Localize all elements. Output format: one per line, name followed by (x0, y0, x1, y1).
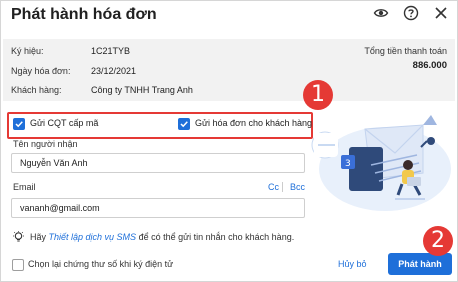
recipient-name-input[interactable]: Nguyễn Văn Anh (11, 153, 305, 173)
sms-hint: Hãy Thiết lập dịch vụ SMS để có thể gửi … (30, 232, 294, 242)
cc-link[interactable]: Cc (268, 182, 279, 192)
bcc-link[interactable]: Bcc (290, 182, 305, 192)
cc-bcc-divider (282, 182, 283, 192)
close-icon[interactable] (433, 5, 449, 21)
reselect-cert-label: Chọn lại chứng thư số khi ký điện tử (28, 259, 174, 269)
header-icons (373, 5, 449, 21)
send-cqt-label: Gửi CQT cấp mã (30, 118, 99, 128)
eye-icon[interactable] (373, 5, 389, 21)
publish-invoice-dialog: Phát hành hóa đơn Ký hiệu: 1C21TYB Ngày … (0, 0, 458, 282)
customer-value: Công ty TNHH Trang Anh (91, 85, 193, 95)
email-label: Email (13, 182, 36, 192)
recipient-name-label: Tên người nhận (13, 139, 78, 149)
send-cqt-checkbox[interactable] (13, 118, 25, 130)
total-value: 886.000 (412, 60, 447, 71)
reselect-cert-checkbox[interactable] (12, 259, 24, 271)
cancel-button[interactable]: Hủy bỏ (338, 259, 367, 269)
symbol-label: Ký hiệu: (11, 46, 44, 56)
email-input[interactable]: vananh@gmail.com (11, 198, 305, 218)
send-invoice-illustration: 3 (311, 115, 451, 211)
customer-label: Khách hàng: (11, 85, 62, 95)
sms-hint-suffix: để có thể gửi tin nhắn cho khách hàng. (136, 232, 295, 242)
invoice-date-label: Ngày hóa đơn: (11, 66, 71, 76)
invoice-date-value: 23/12/2021 (91, 66, 137, 76)
lightbulb-icon (13, 231, 24, 242)
total-label: Tổng tiền thanh toán (364, 46, 447, 56)
publish-button[interactable]: Phát hành (388, 253, 452, 275)
help-icon[interactable] (403, 5, 419, 21)
svg-text:3: 3 (345, 159, 351, 169)
sms-hint-prefix: Hãy (30, 232, 49, 242)
sms-setup-link[interactable]: Thiết lập dịch vụ SMS (49, 232, 137, 242)
send-customer-label: Gửi hóa đơn cho khách hàng (195, 118, 313, 128)
invoice-info-panel: Ký hiệu: 1C21TYB Ngày hóa đơn: 23/12/202… (3, 39, 455, 101)
symbol-value: 1C21TYB (91, 46, 131, 56)
send-customer-checkbox[interactable] (178, 118, 190, 130)
annotation-badge-1: 1 (303, 80, 333, 110)
annotation-badge-2: 2 (423, 226, 453, 256)
dialog-title: Phát hành hóa đơn (11, 6, 157, 23)
